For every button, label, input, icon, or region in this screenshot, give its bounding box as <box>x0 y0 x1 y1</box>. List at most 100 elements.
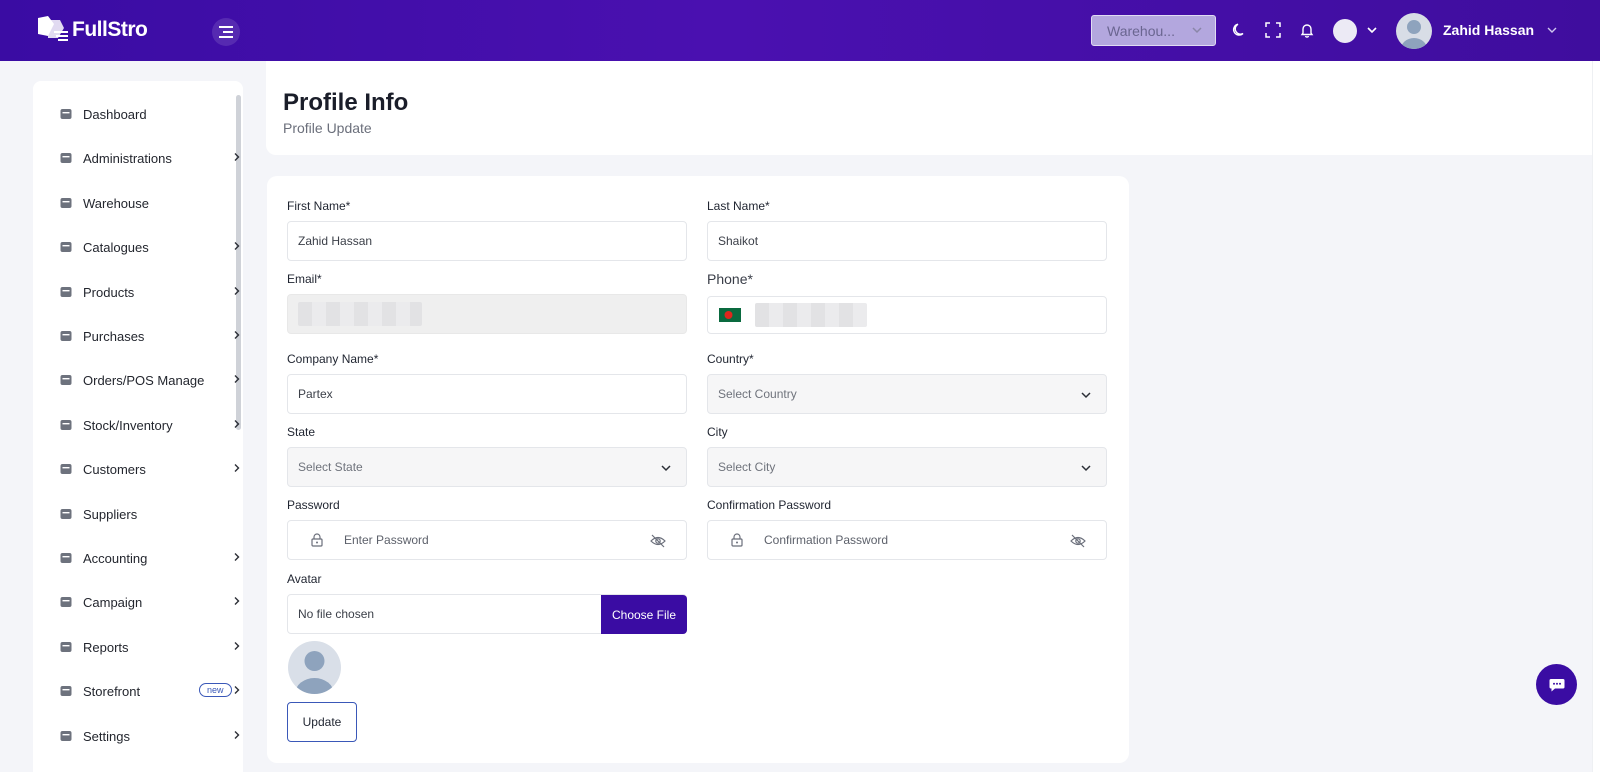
fullscreen-button[interactable] <box>1263 20 1283 40</box>
first-name-input[interactable]: Zahid Hassan <box>287 221 687 261</box>
sidebar-item-campaign[interactable]: Campaign <box>59 590 243 614</box>
last-name-label: Last Name* <box>707 199 770 213</box>
confirm-password-placeholder: Confirmation Password <box>764 533 889 547</box>
chevron-right-icon <box>234 642 240 650</box>
sidebar-item-orders-pos-manage[interactable]: Orders/POS Manage <box>59 368 243 392</box>
sidebar-item-stock-inventory[interactable]: Stock/Inventory <box>59 413 243 437</box>
warehouse-select[interactable]: Warehou... <box>1091 15 1216 46</box>
chevron-down-icon[interactable] <box>1546 24 1558 36</box>
city-placeholder: Select City <box>718 460 776 474</box>
user-avatar[interactable] <box>1396 13 1432 49</box>
chevron-down-icon <box>1081 465 1091 472</box>
chevron-down-icon[interactable] <box>1366 24 1378 36</box>
lock-icon <box>311 533 323 547</box>
brand-logo[interactable]: FullStro <box>34 14 148 46</box>
state-select[interactable]: Select State <box>287 447 687 487</box>
chevron-right-icon <box>234 686 240 694</box>
chevron-right-icon <box>234 375 240 383</box>
sidebar-item-plans-management[interactable]: Plans Management <box>59 768 243 772</box>
chevron-right-icon <box>234 287 240 295</box>
top-bar: FullStro Warehou... Zahid Hassan <box>0 0 1600 61</box>
users-icon <box>60 464 72 474</box>
sidebar-item-label: Storefront <box>83 683 141 699</box>
country-placeholder: Select Country <box>718 387 797 401</box>
email-input[interactable] <box>287 294 687 334</box>
bag-icon <box>60 331 72 341</box>
language-button[interactable] <box>1333 19 1357 43</box>
chevron-down-icon <box>1081 392 1091 399</box>
eye-off-icon[interactable] <box>1070 533 1086 549</box>
confirm-password-label: Confirmation Password <box>707 498 832 512</box>
last-name-input[interactable]: Shaikot <box>707 221 1107 261</box>
page-scrollbar[interactable] <box>1592 61 1600 772</box>
sidebar-item-label: Dashboard <box>83 106 147 122</box>
sidebar-item-label: Warehouse <box>83 195 149 211</box>
hamburger-icon <box>219 26 233 38</box>
user-avatar-icon <box>1401 20 1427 49</box>
dark-mode-button[interactable] <box>1230 20 1250 40</box>
warehouse-icon <box>60 198 72 208</box>
sidebar-item-suppliers[interactable]: Suppliers <box>59 502 243 526</box>
sidebar-item-administrations[interactable]: Administrations <box>59 146 243 170</box>
sidebar-item-products[interactable]: Products <box>59 280 243 304</box>
report-icon <box>60 642 72 652</box>
notifications-button[interactable] <box>1297 20 1317 40</box>
sidebar-item-label: Reports <box>83 639 129 655</box>
sidebar-item-customers[interactable]: Customers <box>59 457 243 481</box>
chevron-right-icon <box>234 597 240 605</box>
chat-icon <box>1549 678 1564 691</box>
chevron-right-icon <box>234 553 240 561</box>
fullscreen-icon <box>1265 22 1281 38</box>
country-select[interactable]: Select Country <box>707 374 1107 414</box>
sidebar-item-accounting[interactable]: Accounting <box>59 546 243 570</box>
sidebar-item-catalogues[interactable]: Catalogues <box>59 235 243 259</box>
company-input[interactable]: Partex <box>287 374 687 414</box>
page-header <box>266 61 1600 155</box>
chat-button[interactable] <box>1536 664 1577 705</box>
sidebar-item-settings[interactable]: Settings <box>59 724 243 748</box>
state-label: State <box>287 425 316 439</box>
eye-off-icon[interactable] <box>650 533 666 549</box>
phone-label: Phone* <box>707 271 753 287</box>
sidebar-item-label: Customers <box>83 461 146 477</box>
sidebar-item-reports[interactable]: Reports <box>59 635 243 659</box>
logo-mark-icon <box>38 16 68 41</box>
user-name[interactable]: Zahid Hassan <box>1443 22 1534 38</box>
box-icon <box>60 420 72 430</box>
clipboard-icon <box>60 375 72 385</box>
country-label: Country* <box>707 352 754 366</box>
avatar-label: Avatar <box>287 572 322 586</box>
phone-input[interactable] <box>707 296 1107 334</box>
sidebar-item-label: Orders/POS Manage <box>83 372 205 388</box>
campaign-icon <box>60 597 72 607</box>
company-label: Company Name* <box>287 352 379 366</box>
password-input[interactable]: Enter Password <box>287 520 687 560</box>
email-label: Email* <box>287 272 322 286</box>
chevron-right-icon <box>234 731 240 739</box>
sidebar-item-label: Products <box>83 284 135 300</box>
chevron-down-icon <box>1192 27 1202 34</box>
user-avatar-icon <box>295 651 334 694</box>
choose-file-button[interactable]: Choose File <box>601 595 687 634</box>
sidebar-item-label: Campaign <box>83 594 143 610</box>
chevron-right-icon <box>234 331 240 339</box>
phone-value-redacted <box>755 303 867 327</box>
chevron-right-icon <box>234 464 240 472</box>
password-label: Password <box>287 498 340 512</box>
confirm-password-input[interactable]: Confirmation Password <box>707 520 1107 560</box>
sidebar-item-purchases[interactable]: Purchases <box>59 324 243 348</box>
sidebar-item-label: Accounting <box>83 550 148 566</box>
state-placeholder: Select State <box>298 460 363 474</box>
sidebar-item-warehouse[interactable]: Warehouse <box>59 191 243 215</box>
supplier-icon <box>60 509 72 519</box>
menu-toggle-button[interactable] <box>212 18 240 46</box>
user-gear-icon <box>60 153 72 163</box>
page-subtitle: Profile Update <box>283 120 372 136</box>
first-name-label: First Name* <box>287 199 351 213</box>
update-button[interactable]: Update <box>287 702 357 742</box>
catalogue-icon <box>60 242 72 252</box>
city-select[interactable]: Select City <box>707 447 1107 487</box>
sidebar-item-dashboard[interactable]: Dashboard <box>59 102 243 126</box>
sidebar-item-label: Purchases <box>83 328 145 344</box>
sidebar-item-storefront[interactable]: Storefront new <box>59 679 243 703</box>
